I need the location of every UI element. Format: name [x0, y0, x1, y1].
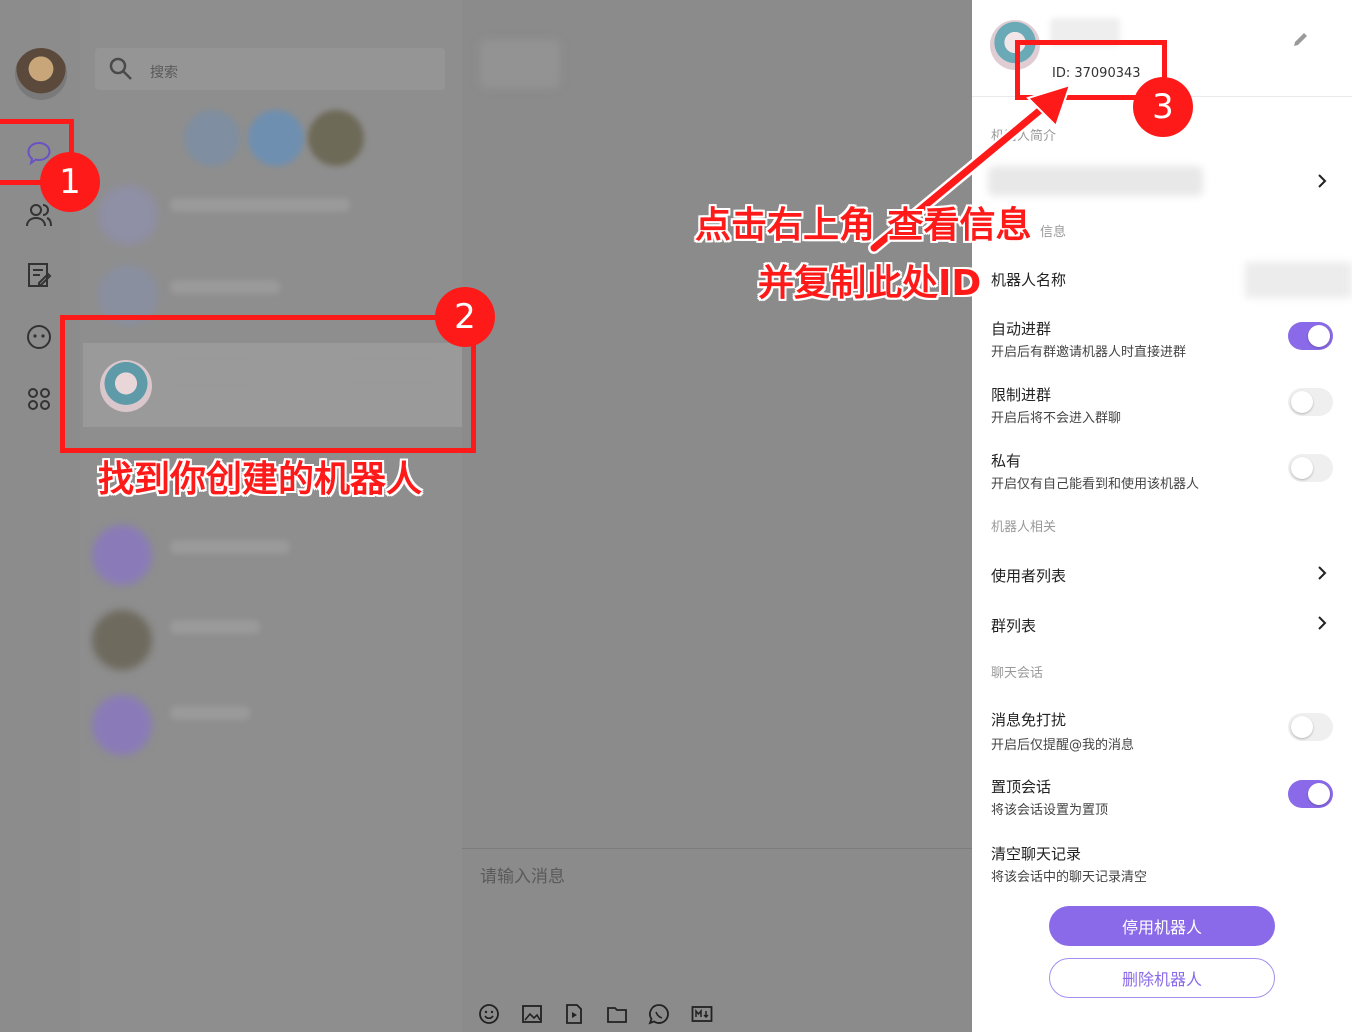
pin-desc: 将该会话设置为置顶 — [991, 803, 1109, 818]
chevron-right-icon[interactable] — [1313, 614, 1331, 632]
private-desc: 开启仅有自己能看到和使用该机器人 — [991, 477, 1200, 492]
divider — [462, 848, 972, 849]
annotation-badge-2: 2 — [435, 287, 495, 347]
chevron-right-icon[interactable] — [1313, 172, 1331, 190]
emoji-icon[interactable] — [478, 1003, 500, 1025]
related-section-label: 机器人相关 — [991, 520, 1057, 535]
folder-icon[interactable] — [606, 1003, 628, 1025]
user-avatar[interactable] — [15, 48, 67, 100]
limit-join-desc: 开启后将不会进入群聊 — [991, 411, 1122, 426]
clear-history-item[interactable]: 清空聊天记录 — [991, 843, 1081, 864]
search-icon — [108, 56, 134, 82]
message-input[interactable]: 请输入消息 — [480, 862, 565, 887]
chevron-right-icon[interactable] — [1313, 564, 1331, 582]
list-item[interactable] — [170, 706, 250, 720]
annotation-badge-3: 3 — [1133, 77, 1193, 137]
clear-history-desc: 将该会话中的聊天记录清空 — [991, 870, 1148, 885]
list-item-avatar[interactable] — [92, 695, 152, 755]
pinned-avatar[interactable] — [308, 110, 364, 166]
list-item-avatar[interactable] — [92, 525, 152, 585]
list-item[interactable] — [170, 198, 350, 212]
search-placeholder: 搜索 — [150, 65, 178, 81]
bot-name-value[interactable] — [1245, 262, 1352, 298]
search-input[interactable] — [95, 48, 445, 90]
bot-name-label: 机器人名称 — [991, 271, 1067, 289]
mute-toggle[interactable] — [1288, 713, 1333, 741]
annotation-callout-click: 点击右上角 查看信息 — [695, 205, 1032, 246]
list-item[interactable] — [170, 540, 290, 554]
auto-join-toggle[interactable] — [1288, 322, 1333, 350]
disable-bot-button[interactable]: 停用机器人 — [1049, 906, 1275, 946]
list-item-avatar[interactable] — [98, 185, 158, 245]
private-toggle[interactable] — [1288, 454, 1333, 482]
list-item[interactable] — [170, 620, 260, 634]
private-title: 私有 — [991, 452, 1022, 470]
pinned-avatar[interactable] — [184, 110, 240, 166]
apps-icon[interactable] — [24, 384, 54, 414]
annotation-callout-copy: 并复制此处ID — [758, 263, 982, 304]
mute-desc: 开启后仅提醒@我的消息 — [991, 738, 1135, 753]
mute-title: 消息免打扰 — [991, 711, 1067, 729]
pin-toggle[interactable] — [1288, 780, 1333, 808]
robot-icon[interactable] — [24, 322, 54, 352]
markdown-icon[interactable] — [691, 1003, 713, 1025]
annotation-badge-1: 1 — [40, 152, 100, 212]
voice-icon[interactable] — [648, 1003, 670, 1025]
list-item-avatar[interactable] — [92, 610, 152, 670]
file-icon[interactable] — [563, 1003, 585, 1025]
limit-join-toggle[interactable] — [1288, 388, 1333, 416]
delete-bot-button[interactable]: 删除机器人 — [1049, 958, 1275, 998]
edit-icon[interactable] — [1290, 28, 1312, 50]
annotation-callout-find: 找到你创建的机器人 — [98, 459, 423, 500]
pin-title: 置顶会话 — [991, 778, 1052, 796]
notes-icon[interactable] — [24, 260, 54, 290]
pinned-avatar[interactable] — [248, 110, 304, 166]
users-list-item[interactable]: 使用者列表 — [991, 565, 1066, 586]
auto-join-desc: 开启后有群邀请机器人时直接进群 — [991, 345, 1187, 360]
annotation-box-2 — [60, 315, 476, 453]
limit-join-title: 限制进群 — [991, 386, 1052, 404]
group-list-item[interactable]: 群列表 — [991, 615, 1036, 636]
auto-join-title: 自动进群 — [991, 320, 1052, 338]
image-icon[interactable] — [521, 1003, 543, 1025]
list-item[interactable] — [170, 280, 280, 294]
session-section-label: 聊天会话 — [991, 666, 1044, 681]
chat-title — [480, 40, 560, 88]
